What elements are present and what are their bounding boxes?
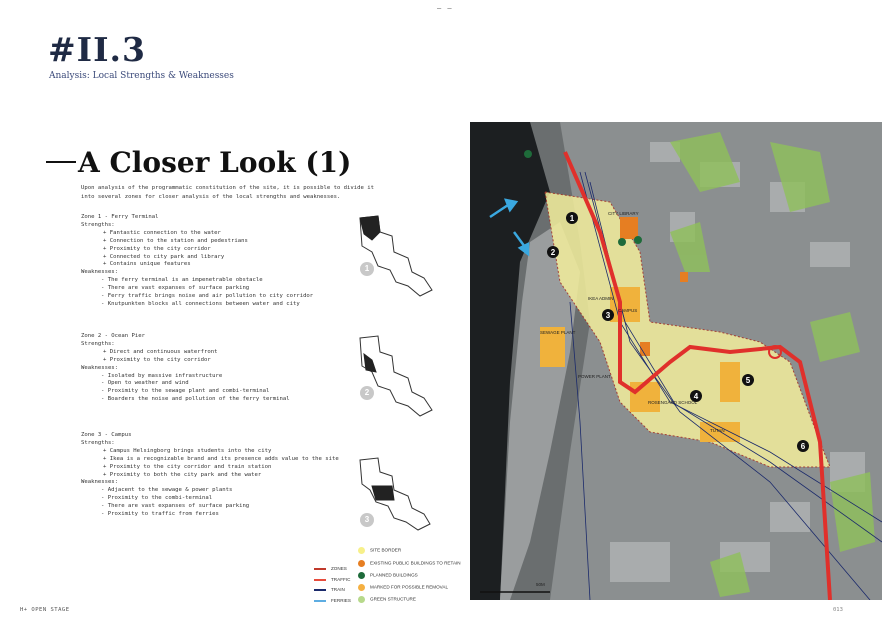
- list-item: - There are vast expanses of surface par…: [101, 285, 250, 292]
- zone-2-diagram: [359, 335, 433, 417]
- list-item: - Proximity to traffic from ferries: [101, 511, 219, 518]
- legend-label: ZONES: [331, 566, 347, 571]
- zone-1-diagram: [359, 215, 433, 297]
- legend-item: EXISTING PUBLIC BUILDINGS TO RETAIN: [358, 560, 461, 567]
- marker-label: 1: [570, 214, 575, 223]
- legend-swatch: [358, 547, 365, 554]
- page-title-text: A Closer Look (1): [78, 146, 352, 179]
- zone-2-block: Zone 2 - Ocean Pier Strengths: + Direct …: [81, 333, 371, 404]
- map-label-tutan: TUTAN: [710, 428, 725, 433]
- list-item: - Isolated by massive infrastructure: [101, 372, 223, 379]
- weaknesses-label: Weaknesses:: [81, 269, 119, 276]
- weaknesses-label: Weaknesses:: [81, 364, 119, 371]
- legend-label: TRAFFIC: [331, 577, 351, 582]
- legend-swatch: [314, 589, 326, 591]
- list-item: - Adjacent to the sewage & power plants: [101, 487, 233, 494]
- list-item: - There are vast expanses of surface par…: [101, 503, 250, 510]
- list-item: - Knutpunkten blocks all connections bet…: [101, 300, 300, 307]
- legend-item: ZONES: [314, 566, 347, 571]
- site-map-graphic: 1 2 3 4 5 6 CITY LIBRARY SEWAGE PLANT IK…: [470, 122, 882, 600]
- list-item: - Open to weather and wind: [101, 380, 189, 387]
- intro-paragraph: Upon analysis of the programmatic consti…: [81, 185, 374, 200]
- zone-1-block: Zone 1 - Ferry Terminal Strengths: + Fan…: [81, 214, 371, 309]
- legend-swatch: [314, 579, 326, 581]
- strengths-label: Strengths:: [81, 340, 115, 347]
- title-dash: [46, 160, 76, 163]
- map-label-power-plant: POWER PLANT: [578, 374, 611, 379]
- list-item: - Proximity to the combi-terminal: [101, 495, 213, 502]
- section-subtitle: Analysis: Local Strengths & Weaknesses: [49, 71, 234, 81]
- legend-label: SITE BORDER: [370, 547, 402, 553]
- footer-left: H+ OPEN STAGE: [20, 607, 70, 613]
- map-label-rosengard-school: ROSENGÅRD SCHOOL: [648, 399, 698, 405]
- zone-badge: 2: [360, 386, 374, 400]
- list-item: + Ikea is a recognizable brand and its p…: [103, 455, 339, 462]
- zone-badge: 1: [360, 262, 374, 276]
- legend-label: FERRIES: [331, 598, 351, 603]
- section-number: #II.3: [48, 30, 146, 69]
- zone-3-block: Zone 3 - Campus Strengths: + Campus Hels…: [81, 432, 371, 519]
- legend-label: EXISTING PUBLIC BUILDINGS TO RETAIN: [370, 560, 461, 566]
- map-label-city-library: CITY LIBRARY: [608, 211, 639, 216]
- legend-item: TRAIN: [314, 587, 345, 592]
- legend-label: PLANNED BUILDINGS: [370, 572, 418, 578]
- page-title: A Closer Look (1): [46, 146, 351, 179]
- strengths-label: Strengths:: [81, 221, 115, 228]
- legend-swatch: [358, 596, 365, 603]
- weaknesses-label: Weaknesses:: [81, 479, 119, 486]
- legend-swatch: [314, 568, 326, 570]
- list-item: - Proximity to the sewage plant and comb…: [101, 388, 270, 395]
- legend-swatch: [358, 584, 365, 591]
- list-item: + Connection to the station and pedestri…: [103, 237, 248, 244]
- list-item: + Campus Helsingborg brings students int…: [103, 447, 272, 454]
- legend-swatch: [358, 560, 365, 567]
- marker-label: 2: [551, 248, 556, 257]
- list-item: + Fantastic connection to the water: [103, 229, 221, 236]
- list-item: - The ferry terminal is an impenetrable …: [101, 277, 263, 284]
- list-item: + Proximity to the city corridor: [103, 245, 211, 252]
- zone-heading: Zone 2 - Ocean Pier: [81, 333, 145, 339]
- legend-swatch: [358, 572, 365, 579]
- page-number: 013: [833, 607, 843, 613]
- map-label-ikea-admin: IKEA ADMIN: [588, 296, 614, 301]
- list-item: + Contains unique features: [103, 261, 191, 268]
- top-mark: — —: [437, 4, 453, 12]
- list-item: + Proximity to both the city park and th…: [103, 471, 262, 478]
- map-label-sewage-plant: SEWAGE PLANT: [540, 330, 576, 335]
- list-item: - Ferry traffic brings noise and air pol…: [101, 293, 314, 300]
- site-map: 1 2 3 4 5 6 CITY LIBRARY SEWAGE PLANT IK…: [470, 122, 882, 600]
- legend-label: TRAIN: [331, 587, 345, 592]
- list-item: + Proximity to the city corridor: [103, 356, 211, 363]
- marker-label: 6: [801, 442, 806, 451]
- legend-swatch: [314, 600, 326, 602]
- list-item: + Proximity to the city corridor and tra…: [103, 463, 272, 470]
- marker-label: 5: [746, 376, 751, 385]
- legend-item: TRAFFIC: [314, 577, 350, 582]
- list-item: + Direct and continuous waterfront: [103, 348, 218, 355]
- legend-item: PLANNED BUILDINGS: [358, 572, 418, 579]
- marker-label: 3: [606, 311, 611, 320]
- map-scale-label: 50M: [536, 582, 545, 587]
- zone-heading: Zone 3 - Campus: [81, 432, 132, 438]
- legend-item: SITE BORDER: [358, 547, 401, 554]
- legend-item: GREEN STRUCTURE: [358, 596, 416, 603]
- legend-item: FERRIES: [314, 598, 351, 603]
- legend-label: MARKED FOR POSSIBLE REMOVAL: [370, 584, 449, 590]
- list-item: + Connected to city park and library: [103, 253, 225, 260]
- list-item: - Boarders the noise and pollution of th…: [101, 396, 290, 403]
- strengths-label: Strengths:: [81, 439, 115, 446]
- zone-badge: 3: [360, 513, 374, 527]
- zone-heading: Zone 1 - Ferry Terminal: [81, 214, 159, 220]
- legend-item: MARKED FOR POSSIBLE REMOVAL: [358, 584, 448, 591]
- map-label-campus: CAMPUS: [618, 308, 637, 313]
- legend-label: GREEN STRUCTURE: [370, 596, 416, 602]
